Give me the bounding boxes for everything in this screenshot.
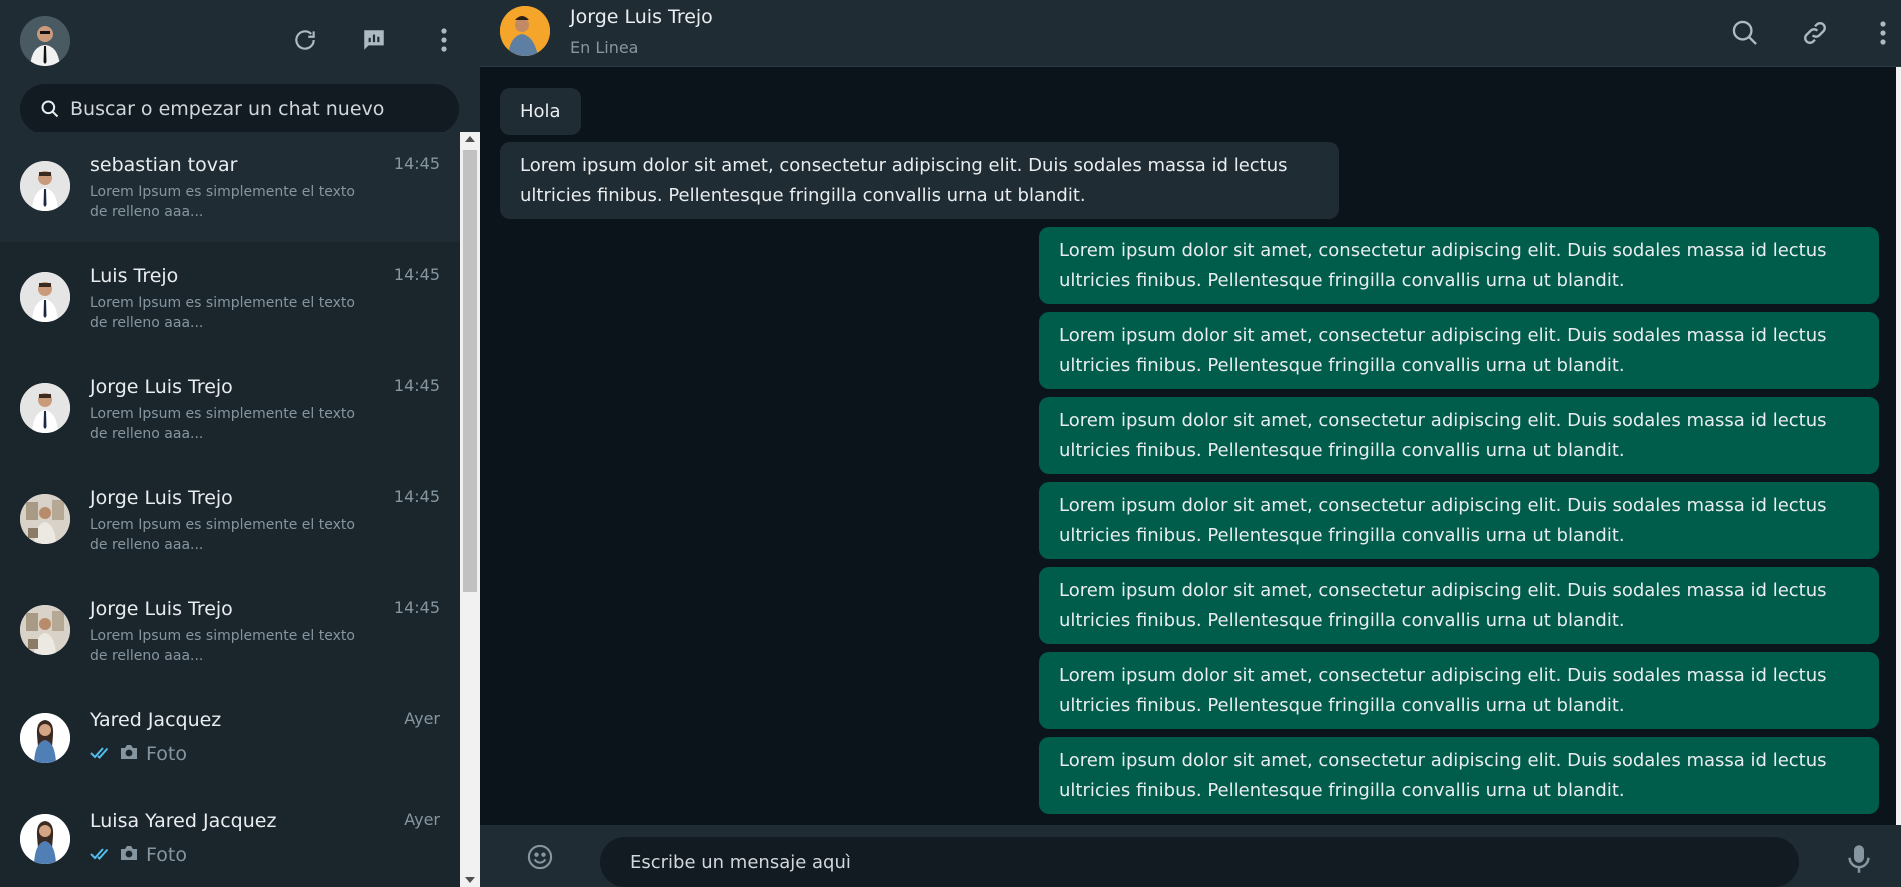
outgoing-message: Lorem ipsum dolor sit amet, consectetur … <box>1039 567 1879 644</box>
outgoing-message: Lorem ipsum dolor sit amet, consectetur … <box>1039 312 1879 389</box>
chat-name: Luisa Yared Jacquez <box>90 810 277 832</box>
chat-preview: Foto <box>90 743 187 765</box>
message-list: Hola Lorem ipsum dolor sit amet, consect… <box>480 67 1896 825</box>
search-box[interactable] <box>20 84 459 134</box>
contact-name: Jorge Luis Trejo <box>570 6 713 28</box>
my-avatar[interactable] <box>20 16 70 66</box>
outgoing-message: Lorem ipsum dolor sit amet, consectetur … <box>1039 397 1879 474</box>
camera-icon <box>120 743 138 765</box>
chat-time: 14:45 <box>393 487 440 506</box>
outgoing-message: Lorem ipsum dolor sit amet, consectetur … <box>1039 482 1879 559</box>
menu-icon[interactable] <box>428 24 460 56</box>
double-check-icon <box>90 844 112 866</box>
emoji-icon[interactable] <box>524 841 556 873</box>
chat-time: Ayer <box>404 709 440 728</box>
chat-time: 14:45 <box>393 265 440 284</box>
status-icon[interactable] <box>358 24 390 56</box>
avatar <box>20 814 70 864</box>
incoming-message: Hola <box>500 88 581 135</box>
photo-label: Foto <box>146 844 187 866</box>
attach-link-icon[interactable] <box>1797 15 1833 51</box>
chat-name: Jorge Luis Trejo <box>90 598 233 620</box>
chat-list: sebastian tovar 14:45 Lorem Ipsum es sim… <box>0 132 460 887</box>
chat-name: sebastian tovar <box>90 154 238 176</box>
scroll-down-arrow-icon[interactable] <box>460 873 480 887</box>
chat-pane: Jorge Luis Trejo En Linea Hola Lorem ips… <box>480 0 1901 887</box>
chat-list-item[interactable]: Jorge Luis Trejo 14:45 Lorem Ipsum es si… <box>0 354 460 465</box>
chat-time: Ayer <box>404 810 440 829</box>
double-check-icon <box>90 743 112 765</box>
search-icon[interactable] <box>1727 15 1763 51</box>
chat-name: Jorge Luis Trejo <box>90 376 233 398</box>
chat-time: 14:45 <box>393 598 440 617</box>
avatar <box>20 161 70 211</box>
chat-preview: Lorem Ipsum es simplemente el texto de r… <box>90 517 355 553</box>
avatar <box>20 272 70 322</box>
chat-list-item[interactable]: Luis Trejo 14:45 Lorem Ipsum es simpleme… <box>0 243 460 354</box>
camera-icon <box>120 844 138 866</box>
sidebar: sebastian tovar 14:45 Lorem Ipsum es sim… <box>0 0 480 887</box>
chat-list-item[interactable]: sebastian tovar 14:45 Lorem Ipsum es sim… <box>0 132 460 243</box>
chat-preview: Lorem Ipsum es simplemente el texto de r… <box>90 406 355 442</box>
search-input[interactable] <box>70 98 450 120</box>
chat-time: 14:45 <box>393 376 440 395</box>
chat-preview: Foto <box>90 844 187 866</box>
chat-name: Yared Jacquez <box>90 709 222 731</box>
chat-name: Luis Trejo <box>90 265 179 287</box>
menu-icon[interactable] <box>1865 15 1901 51</box>
incoming-message: Lorem ipsum dolor sit amet, consectetur … <box>500 142 1339 219</box>
avatar <box>20 383 70 433</box>
search-bar <box>0 80 480 134</box>
contact-status: En Linea <box>570 38 639 57</box>
chat-name: Jorge Luis Trejo <box>90 487 233 509</box>
chat-list-scrollbar[interactable] <box>460 132 480 887</box>
photo-label: Foto <box>146 743 187 765</box>
outgoing-message: Lorem ipsum dolor sit amet, consectetur … <box>1039 737 1879 814</box>
message-input[interactable] <box>600 837 1799 887</box>
search-icon <box>38 97 62 121</box>
avatar <box>20 494 70 544</box>
chat-list-item[interactable]: Luisa Yared Jacquez Ayer Foto <box>0 788 460 887</box>
refresh-icon[interactable] <box>289 24 321 56</box>
scroll-up-arrow-icon[interactable] <box>460 132 480 146</box>
chat-list-item[interactable]: Yared Jacquez Ayer Foto <box>0 687 460 788</box>
message-composer <box>480 825 1901 887</box>
chat-list-item[interactable]: Jorge Luis Trejo 14:45 Lorem Ipsum es si… <box>0 465 460 576</box>
scroll-thumb[interactable] <box>463 150 477 592</box>
avatar <box>20 713 70 763</box>
chat-time: 14:45 <box>393 154 440 173</box>
microphone-icon[interactable] <box>1841 841 1877 877</box>
chat-preview: Lorem Ipsum es simplemente el texto de r… <box>90 295 355 331</box>
chat-preview: Lorem Ipsum es simplemente el texto de r… <box>90 628 355 664</box>
sidebar-header <box>0 0 480 80</box>
avatar <box>20 605 70 655</box>
chat-preview: Lorem Ipsum es simplemente el texto de r… <box>90 184 355 220</box>
chat-header: Jorge Luis Trejo En Linea <box>480 0 1901 67</box>
outgoing-message: Lorem ipsum dolor sit amet, consectetur … <box>1039 227 1879 304</box>
messages-scrollbar[interactable] <box>1896 67 1901 825</box>
contact-avatar[interactable] <box>500 6 550 56</box>
outgoing-message: Lorem ipsum dolor sit amet, consectetur … <box>1039 652 1879 729</box>
chat-list-item[interactable]: Jorge Luis Trejo 14:45 Lorem Ipsum es si… <box>0 576 460 687</box>
